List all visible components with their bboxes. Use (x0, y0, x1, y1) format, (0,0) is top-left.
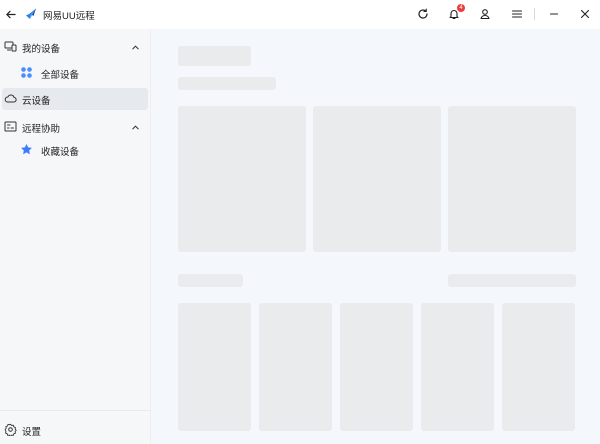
sidebar-item-label: 全部设备 (41, 70, 80, 81)
sidebar-item-all-devices[interactable]: 全部设备 (0, 62, 148, 84)
settings-button[interactable]: 设置 (0, 419, 148, 441)
sidebar-item-my-devices[interactable]: 我的设备 (0, 36, 148, 58)
main-content-skeleton (151, 29, 600, 444)
sidebar-item-label: 云设备 (22, 96, 51, 107)
grid-dots-icon (20, 66, 33, 79)
sidebar-item-label: 我的设备 (22, 44, 61, 55)
skeleton-tile (178, 303, 251, 431)
settings-label: 设置 (22, 427, 42, 438)
remote-assist-icon (4, 120, 17, 133)
sidebar-divider (0, 410, 151, 411)
chevron-up-icon[interactable] (129, 121, 141, 133)
app-logo-icon (24, 7, 38, 21)
skeleton-card (448, 106, 576, 252)
skeleton-section-title (178, 274, 243, 287)
cloud-icon (4, 92, 17, 105)
sidebar-item-cloud-devices[interactable]: 云设备 (2, 88, 148, 110)
notification-button[interactable]: 4 (447, 4, 465, 21)
skeleton-section-action (448, 274, 576, 287)
notification-badge: 4 (457, 4, 465, 12)
skeleton-subtitle (178, 77, 276, 90)
skeleton-card (313, 106, 441, 252)
close-icon[interactable] (578, 7, 592, 21)
title-bar: 网易UU远程 4 (0, 0, 600, 29)
sidebar-item-favorites[interactable]: 收藏设备 (0, 139, 148, 161)
refresh-icon[interactable] (416, 7, 430, 21)
sidebar-item-label: 收藏设备 (41, 147, 80, 158)
skeleton-card (178, 106, 306, 252)
star-icon (20, 143, 33, 156)
sidebar-item-remote-assist[interactable]: 远程协助 (0, 116, 148, 138)
skeleton-tile (502, 303, 575, 431)
chevron-up-icon[interactable] (129, 41, 141, 53)
gear-icon (4, 423, 17, 436)
minimize-icon[interactable] (547, 7, 561, 21)
app-title: 网易UU远程 (43, 11, 95, 22)
devices-icon (4, 40, 17, 53)
skeleton-tile (340, 303, 413, 431)
skeleton-tile (259, 303, 332, 431)
sidebar: 我的设备 全部设备 云设备 远程协助 收藏设备 设置 (0, 29, 151, 444)
titlebar-divider (534, 8, 535, 20)
skeleton-title (178, 46, 251, 66)
sidebar-item-label: 远程协助 (22, 124, 61, 135)
back-arrow-icon[interactable] (3, 7, 17, 21)
user-icon[interactable] (478, 7, 492, 21)
skeleton-tile (421, 303, 494, 431)
menu-icon[interactable] (510, 7, 524, 21)
